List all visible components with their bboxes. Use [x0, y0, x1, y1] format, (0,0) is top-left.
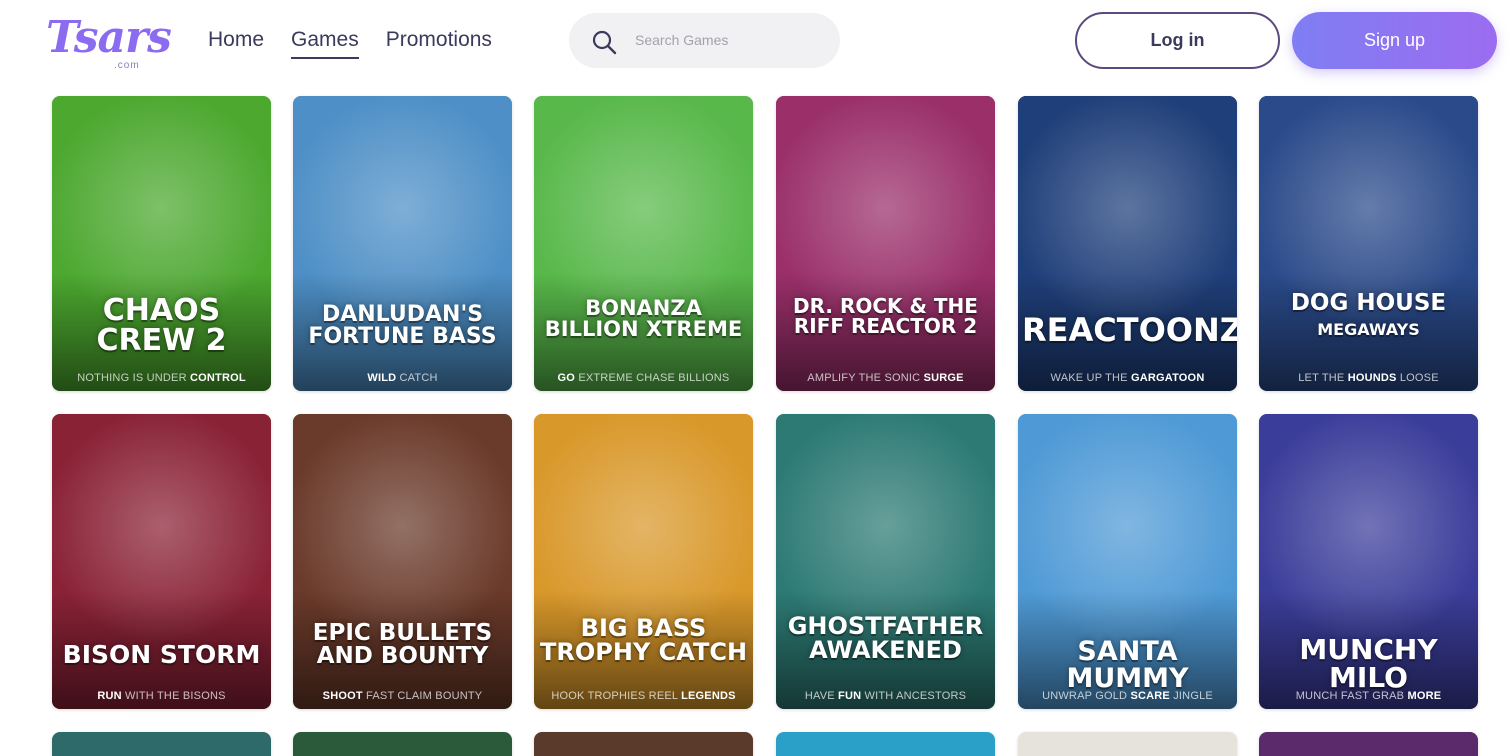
tagline-text: HAVE [804, 690, 839, 702]
signup-button[interactable]: Sign up [1292, 12, 1497, 69]
search-icon [592, 30, 617, 55]
tagline-text: HOOK TROPHIES REEL [551, 690, 682, 702]
game-title: DOG HOUSE [1290, 290, 1447, 316]
tagline-text: MUNCH FAST GRAB [1295, 690, 1408, 702]
tagline-text: UNWRAP GOLD [1042, 690, 1131, 702]
game-title: REACTOONZ [1022, 311, 1237, 349]
game-card-partial[interactable] [1259, 732, 1478, 756]
game-title: MUNCHY MILO [1299, 633, 1438, 694]
tagline-text: WAKE UP THE [1050, 372, 1131, 384]
tagline-text: WITH THE BISONS [121, 690, 226, 702]
search-input[interactable] [635, 25, 825, 55]
game-title: BIG BASS TROPHY CATCH [539, 614, 748, 666]
game-title: DANLUDAN'S FORTUNE BASS [308, 302, 497, 349]
game-artwork [1259, 96, 1478, 391]
search-bar[interactable] [569, 13, 840, 68]
game-tagline: HOOK TROPHIES REEL LEGENDS [534, 690, 753, 702]
tagline-text: WITH ANCESTORS [861, 690, 967, 702]
tagline-text: AMPLIFY THE SONIC [807, 372, 924, 384]
main-nav: Home Games Promotions [208, 28, 492, 59]
game-card-bonanza-billion-xtreme[interactable]: BONANZA BILLION XTREME GO EXTREME CHASE B… [534, 96, 753, 391]
game-title: DR. ROCK & THE RIFF REACTOR 2 [793, 294, 978, 338]
game-card-chaos-crew-2[interactable]: CHAOS CREW 2 NOTHING IS UNDER CONTROL [52, 96, 271, 391]
game-card-partial[interactable] [1018, 732, 1237, 756]
tagline-emphasis: FUN [838, 690, 862, 702]
nav-games[interactable]: Games [291, 28, 359, 59]
tagline-emphasis: WILD [367, 372, 397, 384]
game-tagline: GO EXTREME CHASE BILLIONS [534, 372, 753, 384]
nav-home[interactable]: Home [208, 28, 264, 59]
game-artwork [534, 96, 753, 391]
game-title: BONANZA BILLION XTREME [544, 296, 743, 341]
game-tagline: UNWRAP GOLD SCARE JINGLE [1018, 690, 1237, 702]
game-card-bison-storm[interactable]: BISON STORM RUN WITH THE BISONS [52, 414, 271, 709]
game-title: BISON STORM [62, 640, 261, 669]
game-tagline: WILD CATCH [293, 372, 512, 384]
game-card-partial[interactable] [293, 732, 512, 756]
tagline-emphasis: RUN [97, 690, 122, 702]
game-card-partial[interactable] [52, 732, 271, 756]
tagline-emphasis: MORE [1407, 690, 1442, 702]
game-card-dr-rock-the-riff-reactor-2[interactable]: DR. ROCK & THE RIFF REACTOR 2 AMPLIFY THE… [776, 96, 995, 391]
game-title: SANTA MUMMY [1066, 636, 1189, 694]
tagline-emphasis: CONTROL [190, 372, 246, 384]
tagline-text: NOTHING IS UNDER [77, 372, 190, 384]
game-card-munchy-milo[interactable]: MUNCHY MILO MUNCH FAST GRAB MORE [1259, 414, 1478, 709]
game-card-partial[interactable] [534, 732, 753, 756]
tagline-text: LET THE [1298, 372, 1348, 384]
game-tagline: NOTHING IS UNDER CONTROL [52, 372, 271, 384]
tagline-emphasis: GO [557, 372, 576, 384]
game-card-santa-mummy[interactable]: SANTA MUMMY UNWRAP GOLD SCARE JINGLE [1018, 414, 1237, 709]
game-tagline: SHOOT FAST CLAIM BOUNTY [293, 690, 512, 702]
game-card-danludan-s-fortune-bass[interactable]: DANLUDAN'S FORTUNE BASS WILD CATCH [293, 96, 512, 391]
game-tagline: AMPLIFY THE SONIC SURGE [776, 372, 995, 384]
game-title: EPIC BULLETS AND BOUNTY [312, 620, 493, 669]
game-card-big-bass-trophy-catch[interactable]: BIG BASS TROPHY CATCH HOOK TROPHIES REEL … [534, 414, 753, 709]
game-card-partial[interactable] [776, 732, 995, 756]
game-tagline: MUNCH FAST GRAB MORE [1259, 690, 1478, 702]
logo-domain: .com [114, 60, 140, 71]
game-title: GHOSTFATHER AWAKENED [787, 612, 984, 664]
logo-wordmark: Tsars [46, 12, 172, 63]
game-artwork [776, 414, 995, 709]
game-card-epic-bullets-and-bounty[interactable]: EPIC BULLETS AND BOUNTY SHOOT FAST CLAIM … [293, 414, 512, 709]
tagline-emphasis: GARGATOON [1130, 372, 1205, 384]
tagline-emphasis: HOUNDS [1347, 372, 1397, 384]
tagline-emphasis: SHOOT [322, 690, 363, 702]
tagline-text: CATCH [396, 372, 438, 384]
game-card-reactoonz[interactable]: REACTOONZ WAKE UP THE GARGATOON [1018, 96, 1237, 391]
nav-promotions[interactable]: Promotions [386, 28, 492, 59]
game-card-ghostfather-awakened[interactable]: GHOSTFATHER AWAKENED HAVE FUN WITH ANCEST… [776, 414, 995, 709]
game-tagline: WAKE UP THE GARGATOON [1018, 372, 1237, 384]
game-tagline: LET THE HOUNDS LOOSE [1259, 372, 1478, 384]
site-header: Tsars .com Home Games Promotions Log in … [0, 0, 1512, 84]
login-button[interactable]: Log in [1075, 12, 1280, 69]
tagline-text: LOOSE [1396, 372, 1439, 384]
game-tagline: HAVE FUN WITH ANCESTORS [776, 690, 995, 702]
game-tagline: RUN WITH THE BISONS [52, 690, 271, 702]
tagline-text: EXTREME CHASE BILLIONS [575, 372, 730, 384]
tagline-text: FAST CLAIM BOUNTY [362, 690, 483, 702]
game-subtitle: MEGAWAYS [1317, 320, 1420, 339]
tagline-emphasis: LEGENDS [681, 690, 736, 702]
tagline-emphasis: SURGE [923, 372, 964, 384]
tagline-emphasis: SCARE [1130, 690, 1170, 702]
tagline-text: JINGLE [1169, 690, 1213, 702]
game-artwork [776, 96, 995, 391]
game-card-dog-house[interactable]: DOG HOUSE MEGAWAYS LET THE HOUNDS LOOSE [1259, 96, 1478, 391]
game-title: CHAOS CREW 2 [96, 293, 227, 358]
tsars-logo[interactable]: Tsars .com [44, 10, 172, 74]
